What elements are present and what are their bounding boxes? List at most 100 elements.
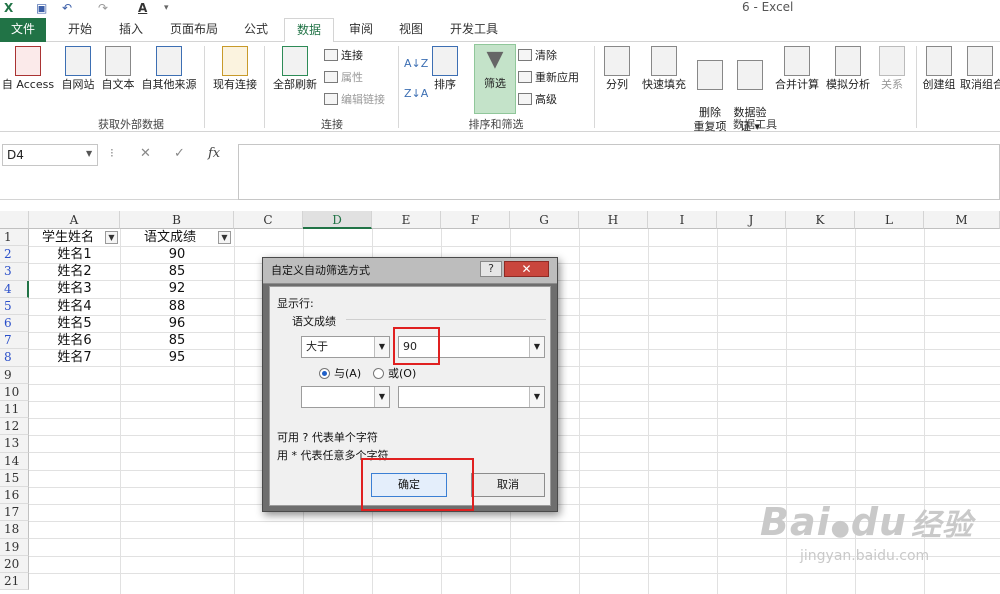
- what-if-analysis-button[interactable]: 模拟分析: [822, 46, 874, 92]
- table-cell[interactable]: 95: [120, 349, 234, 366]
- edit-links-button[interactable]: 编辑链接: [324, 92, 385, 108]
- name-box-dropdown-icon[interactable]: ▼: [86, 149, 92, 158]
- relationships-button[interactable]: 关系: [874, 46, 910, 92]
- column-header-g[interactable]: G: [510, 211, 579, 229]
- sort-button[interactable]: 排序: [428, 46, 462, 92]
- sort-az-button[interactable]: A↓Z: [404, 56, 428, 72]
- row-header-2[interactable]: 2: [0, 246, 29, 264]
- column-header-d[interactable]: D: [303, 211, 372, 229]
- consolidate-button[interactable]: 合并计算: [772, 46, 822, 92]
- and-radio[interactable]: 与(A): [319, 367, 361, 381]
- column-header-l[interactable]: L: [855, 211, 924, 229]
- column-header-c[interactable]: C: [234, 211, 303, 229]
- row-header-8[interactable]: 8: [0, 349, 29, 367]
- table-cell[interactable]: 90: [120, 246, 234, 263]
- refresh-all-button[interactable]: 全部刷新: [268, 46, 322, 92]
- table-cell[interactable]: 88: [120, 298, 234, 315]
- row-header-14[interactable]: 14: [0, 452, 29, 470]
- table-cell[interactable]: 85: [120, 263, 234, 280]
- save-icon[interactable]: ▣: [36, 0, 47, 16]
- or-radio[interactable]: 或(O): [373, 367, 416, 381]
- row-header-15[interactable]: 15: [0, 469, 29, 487]
- close-button[interactable]: ✕: [504, 261, 549, 277]
- column-header-b[interactable]: B: [120, 211, 234, 229]
- from-access-button[interactable]: 自 Access: [0, 46, 56, 92]
- row-header-18[interactable]: 18: [0, 521, 29, 539]
- enter-formula-button[interactable]: ✓: [174, 146, 185, 161]
- filter-active-b-icon[interactable]: ▼: [218, 231, 231, 244]
- tab-page-layout[interactable]: 页面布局: [162, 18, 226, 42]
- column-header-f[interactable]: F: [441, 211, 510, 229]
- header-cell-name[interactable]: 学生姓名: [29, 229, 107, 246]
- header-cell-score[interactable]: 语文成绩: [120, 229, 220, 246]
- group-button[interactable]: 创建组: [920, 46, 958, 92]
- ungroup-button[interactable]: 取消组合: [960, 46, 1000, 92]
- row-header-12[interactable]: 12: [0, 418, 29, 436]
- table-cell[interactable]: 姓名2: [29, 263, 120, 280]
- row-header-19[interactable]: 19: [0, 538, 29, 556]
- from-other-sources-button[interactable]: 自其他来源: [138, 46, 200, 92]
- text-to-columns-button[interactable]: 分列: [598, 46, 636, 92]
- existing-connections-button[interactable]: 现有连接: [208, 46, 262, 92]
- row-header-13[interactable]: 13: [0, 435, 29, 453]
- column-header-m[interactable]: M: [924, 211, 1000, 229]
- row-header-11[interactable]: 11: [0, 401, 29, 419]
- help-button[interactable]: ?: [480, 261, 502, 277]
- insert-function-button[interactable]: fx: [208, 146, 220, 161]
- from-web-button[interactable]: 自网站: [58, 46, 98, 92]
- tab-review[interactable]: 审阅: [338, 18, 384, 42]
- row-header-1[interactable]: 1: [0, 229, 29, 247]
- tab-developer[interactable]: 开发工具: [440, 18, 508, 42]
- from-text-button[interactable]: 自文本: [98, 46, 138, 92]
- row-header-6[interactable]: 6: [0, 315, 29, 333]
- row-header-9[interactable]: 9: [0, 366, 29, 384]
- undo-icon[interactable]: ↶: [62, 0, 72, 16]
- flash-fill-button[interactable]: 快速填充: [638, 46, 690, 92]
- tab-file[interactable]: 文件: [0, 18, 46, 42]
- column-header-i[interactable]: I: [648, 211, 717, 229]
- row-header-16[interactable]: 16: [0, 487, 29, 505]
- tab-home[interactable]: 开始: [56, 18, 104, 42]
- row-header-5[interactable]: 5: [0, 297, 29, 315]
- select-all-corner[interactable]: [0, 211, 29, 229]
- table-cell[interactable]: 96: [120, 315, 234, 332]
- properties-button[interactable]: 属性: [324, 70, 363, 86]
- filter-button[interactable]: ▼ 筛选: [474, 44, 516, 114]
- table-cell[interactable]: 姓名5: [29, 315, 120, 332]
- table-cell[interactable]: 姓名6: [29, 332, 120, 349]
- font-color-icon[interactable]: A: [138, 0, 147, 16]
- cancel-button[interactable]: 取消: [471, 473, 545, 497]
- operator-select-2[interactable]: ▼: [301, 386, 390, 408]
- row-header-7[interactable]: 7: [0, 332, 29, 350]
- column-header-e[interactable]: E: [372, 211, 441, 229]
- table-cell[interactable]: 92: [120, 280, 234, 297]
- connections-button[interactable]: 连接: [324, 48, 363, 64]
- column-header-h[interactable]: H: [579, 211, 648, 229]
- row-header-10[interactable]: 10: [0, 383, 29, 401]
- table-cell[interactable]: 姓名7: [29, 349, 120, 366]
- filter-dropdown-a-icon[interactable]: ▼: [105, 231, 118, 244]
- tab-formulas[interactable]: 公式: [232, 18, 280, 42]
- redo-icon[interactable]: ↷: [98, 0, 108, 16]
- tab-view[interactable]: 视图: [388, 18, 434, 42]
- customize-quick-access-icon[interactable]: ▾: [164, 0, 169, 16]
- cancel-formula-button[interactable]: ✕: [140, 146, 151, 161]
- clear-filter-button[interactable]: 清除: [518, 48, 557, 64]
- reapply-button[interactable]: 重新应用: [518, 70, 579, 86]
- row-header-4[interactable]: 4: [0, 280, 29, 298]
- table-cell[interactable]: 85: [120, 332, 234, 349]
- operator-select-1[interactable]: 大于 ▼: [301, 336, 390, 358]
- value-input-2[interactable]: ▼: [398, 386, 545, 408]
- tab-data[interactable]: 数据: [284, 18, 334, 43]
- table-cell[interactable]: 姓名1: [29, 246, 120, 263]
- table-cell[interactable]: 姓名3: [29, 280, 120, 297]
- sort-za-button[interactable]: Z↓A: [404, 86, 428, 102]
- tab-insert[interactable]: 插入: [108, 18, 154, 42]
- row-header-3[interactable]: 3: [0, 263, 29, 281]
- row-header-17[interactable]: 17: [0, 504, 29, 522]
- row-header-20[interactable]: 20: [0, 555, 29, 573]
- name-box[interactable]: D4: [2, 144, 98, 166]
- advanced-button[interactable]: 高级: [518, 92, 557, 108]
- row-header-21[interactable]: 21: [0, 573, 29, 591]
- table-cell[interactable]: 姓名4: [29, 298, 120, 315]
